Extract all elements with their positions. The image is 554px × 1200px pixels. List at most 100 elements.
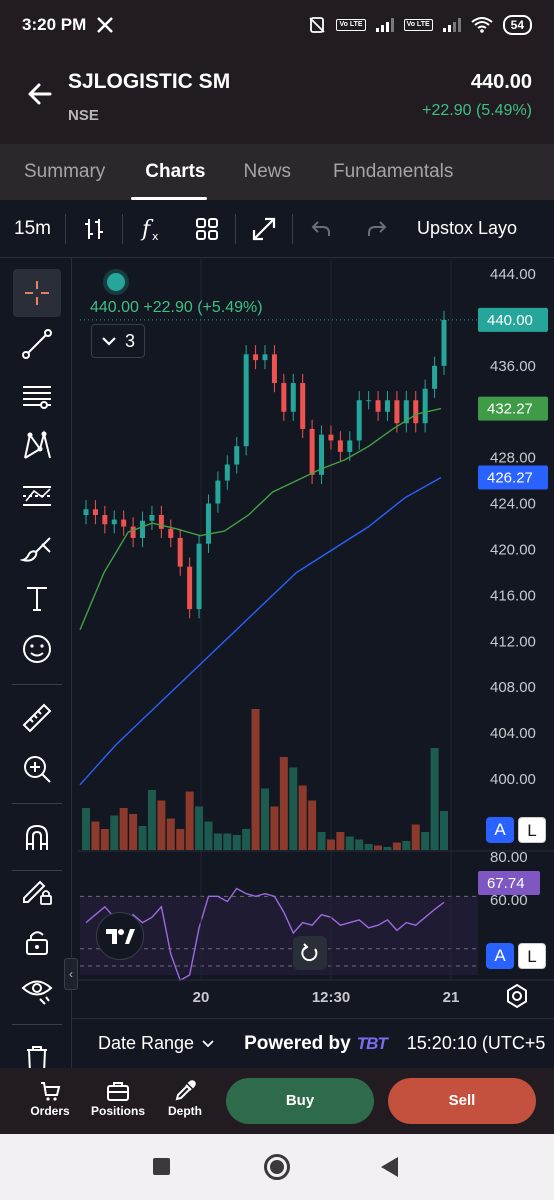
price-axis-label: 420.00: [490, 541, 536, 558]
volume-bar: [402, 841, 411, 850]
indicators-toggle[interactable]: 3: [91, 324, 145, 358]
date-range-selector[interactable]: Date Range: [72, 1033, 214, 1054]
candle-body: [384, 400, 390, 412]
candle-body: [205, 503, 211, 544]
ohlc-legend: 440.00 +22.90 (+5.49%): [90, 299, 263, 316]
rsi-log-scale-button[interactable]: L: [518, 943, 546, 969]
tbt-logo: TBT: [356, 1033, 388, 1053]
depth-label: Depth: [168, 1104, 202, 1118]
price-axis-label: 408.00: [490, 679, 536, 696]
refresh-icon: [301, 943, 318, 962]
volume-bar: [355, 839, 364, 850]
chart-clock[interactable]: 15:20:10 (UTC+5: [407, 1033, 546, 1054]
volume-bar: [289, 767, 298, 850]
home-button[interactable]: [264, 1154, 290, 1180]
candle-body: [441, 319, 447, 366]
chart-settings-icon[interactable]: [504, 983, 530, 1009]
volume-bar: [261, 788, 269, 850]
candle-body: [92, 509, 98, 516]
volume-bar: [91, 821, 100, 850]
auto-scale-button[interactable]: A: [486, 817, 514, 843]
candle-body: [394, 400, 400, 424]
price-axis-label: 412.00: [490, 633, 536, 650]
sell-button[interactable]: Sell: [388, 1078, 536, 1124]
orders-button[interactable]: Orders: [17, 1078, 83, 1118]
candle-body: [234, 446, 240, 465]
volume-bar: [129, 814, 138, 850]
candle-body: [158, 515, 164, 529]
candle-body: [83, 509, 89, 516]
positions-button[interactable]: Positions: [85, 1078, 151, 1118]
indicator-count: 3: [124, 330, 135, 351]
volume-bar: [100, 829, 109, 850]
price-axis-label: 424.00: [490, 496, 536, 513]
rsi-auto-scale-button[interactable]: A: [486, 943, 514, 969]
candle-body: [253, 354, 259, 361]
candle-body: [102, 515, 108, 525]
candle-body: [347, 440, 353, 452]
price-chart[interactable]: 444.00440.00436.00432.00428.00424.00420.…: [0, 0, 554, 1020]
volume-bar: [270, 806, 279, 850]
volume-bar: [110, 815, 119, 850]
candle-body: [366, 400, 372, 402]
recents-button[interactable]: [153, 1158, 170, 1175]
live-indicator-dot: [107, 273, 125, 291]
back-button[interactable]: [381, 1157, 398, 1177]
volume-bar: [279, 757, 288, 850]
collapse-toolbar-button[interactable]: ‹: [64, 958, 78, 990]
volume-bar: [251, 709, 260, 850]
volume-bar: [364, 844, 373, 850]
price-axis-label: 444.00: [490, 266, 536, 283]
volume-bar: [138, 826, 147, 850]
time-axis-label: 12:30: [312, 989, 350, 1006]
price-axis-label: 404.00: [490, 725, 536, 742]
volume-bar: [204, 821, 213, 850]
price-axis-label: 428.00: [490, 450, 536, 467]
volume-bar: [317, 832, 326, 850]
buy-button[interactable]: Buy: [226, 1078, 374, 1124]
volume-bar: [345, 836, 354, 850]
log-scale-button[interactable]: L: [518, 817, 546, 843]
reset-chart-button[interactable]: [293, 936, 327, 970]
candle-body: [130, 526, 136, 538]
cart-icon: [41, 1082, 61, 1101]
volume-bar: [232, 835, 241, 850]
volume-bar: [308, 800, 317, 850]
trade-action-bar: Orders Positions Depth Buy Sell: [0, 1068, 554, 1134]
depth-button[interactable]: Depth: [152, 1078, 218, 1118]
candle-body: [290, 383, 296, 412]
volume-bar: [421, 832, 430, 850]
candle-body: [271, 354, 277, 384]
candle-body: [140, 520, 146, 538]
volume-bar: [430, 748, 439, 850]
candle-body: [111, 519, 117, 525]
candle-body: [215, 480, 221, 504]
volume-bar: [298, 785, 307, 850]
volume-bar: [326, 839, 335, 850]
briefcase-icon: [107, 1082, 129, 1101]
volume-bar: [82, 808, 90, 850]
volume-bar: [176, 829, 185, 850]
dropper-icon: [175, 1080, 196, 1101]
candle-body: [177, 537, 183, 567]
candle-body: [196, 543, 202, 610]
candle-body: [281, 383, 287, 412]
candle-body: [149, 515, 155, 521]
time-axis-label: 21: [443, 989, 460, 1006]
volume-bar: [119, 808, 128, 850]
volume-bar: [147, 790, 156, 850]
tradingview-logo[interactable]: [96, 912, 144, 960]
candle-body: [168, 528, 174, 538]
candle-body: [187, 566, 193, 610]
volume-bar: [336, 832, 345, 850]
candle-body: [422, 388, 428, 424]
chevron-down-icon: [202, 1039, 214, 1047]
volume-bar: [392, 842, 401, 850]
chart-footer: Date Range Powered by TBT 15:20:10 (UTC+…: [72, 1018, 554, 1068]
price-axis-label: 400.00: [490, 771, 536, 788]
price-tag-label: 432.27: [487, 401, 533, 418]
candle-body: [300, 383, 306, 429]
volume-bar: [157, 800, 166, 850]
powered-by: Powered by TBT: [244, 1033, 388, 1055]
time-axis-label: 20: [193, 989, 210, 1006]
